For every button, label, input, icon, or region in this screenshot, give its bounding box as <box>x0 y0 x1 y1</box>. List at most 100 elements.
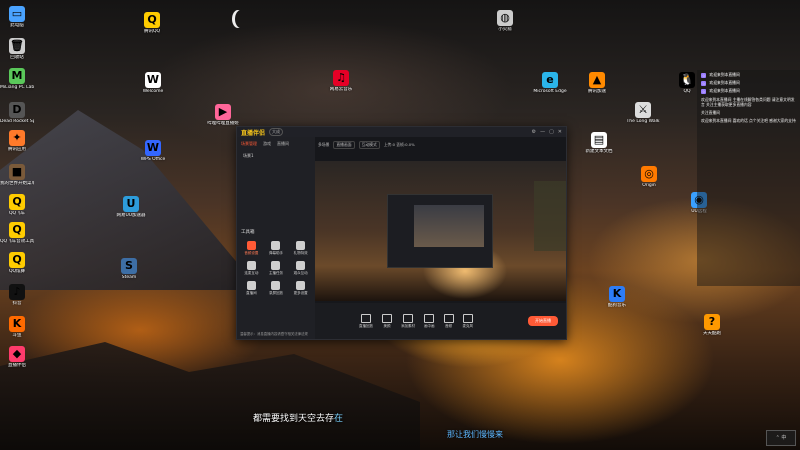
desktop-icon[interactable]: K 斗鱼 <box>0 316 34 339</box>
chip-interact-mode[interactable]: 互动模式 <box>358 141 380 149</box>
tool-icon <box>246 261 256 270</box>
toolbox-item[interactable]: 直播间 <box>239 281 264 296</box>
settings-icon[interactable]: ⚙ <box>532 129 536 135</box>
toolbox-item-label: 音频设置 <box>244 251 259 255</box>
tool-icon <box>246 281 256 290</box>
desktop-icon[interactable]: ▶ 哔哩哔哩直播姬 <box>206 104 240 127</box>
bottom-action-button[interactable]: 添加素材 <box>401 313 415 329</box>
toolbox-item[interactable]: 更多设置 <box>288 281 313 296</box>
app-icon: ◆ <box>9 346 25 362</box>
action-icon <box>382 313 392 323</box>
desktop-icon[interactable]: Q 腾讯QQ <box>135 12 169 35</box>
chip-live-view[interactable]: 直播画面 <box>333 141 355 149</box>
mode-label[interactable]: 多场景 <box>318 142 329 148</box>
desktop-icon[interactable]: M MiLiang PC Lab <box>0 68 34 91</box>
toolbox-item[interactable]: 主播任务 <box>264 261 289 276</box>
desktop-icon-label: 哔哩哔哩直播姬 <box>207 121 239 126</box>
desktop-icon-label: 网易UU加速器 <box>116 213 146 218</box>
subtitle-line-1: 都需要找到天空去存在 <box>253 411 343 424</box>
desktop-icon-label: 小火箭 <box>498 27 512 32</box>
close-icon[interactable]: ✕ <box>558 129 562 135</box>
desktop-icon[interactable]: ▭ 此电脑 <box>0 6 34 29</box>
app-icon: K <box>9 316 25 332</box>
desktop-icon[interactable]: ✦ 腾讯应用 <box>0 130 34 153</box>
tool-icon <box>271 261 281 270</box>
toolbox-item[interactable]: 连麦互动 <box>239 261 264 276</box>
desktop-icon[interactable]: ▤ 新建文本文档 <box>582 132 616 155</box>
app-icon: U <box>123 196 139 212</box>
desktop-icon[interactable]: ◆ 直播伴侣 <box>0 346 34 369</box>
go-live-button[interactable]: 开始直播 <box>528 316 558 326</box>
app-icon: ? <box>704 314 720 330</box>
desktop-icon[interactable]: ▲ 腾讯加速 <box>580 72 614 95</box>
tool-icon <box>296 241 306 250</box>
desktop-icon-label: Steam <box>121 275 137 280</box>
desktop-icon[interactable]: ◎ Origin <box>632 166 666 189</box>
tab-room[interactable]: 直播间 <box>277 141 289 147</box>
scene-item[interactable]: 场景1 <box>237 151 315 161</box>
tool-icon <box>296 281 306 290</box>
desktop-icon[interactable]: S Steam <box>112 258 146 281</box>
bottom-action-button[interactable]: 直播回放 <box>359 313 373 329</box>
toolbox-item-label: 礼物特效 <box>293 251 308 255</box>
minimize-icon[interactable]: — <box>540 129 545 135</box>
desktop-icon[interactable]: ? 天天酷跑 <box>695 314 729 337</box>
toolbox-item[interactable]: 录屏回放 <box>264 281 289 296</box>
bottom-action-label: 麦克风 <box>462 323 474 328</box>
toolbox-item[interactable]: 观众互动 <box>288 261 313 276</box>
desktop-icon-label: 回收站 <box>10 55 24 60</box>
tab-scene[interactable]: 场景管理 <box>241 141 257 147</box>
chat-follow-label: 关注直播间 <box>701 110 720 115</box>
toolbox-item[interactable]: 弹幕助手 <box>264 241 289 256</box>
desktop-icon[interactable]: Q QQ飞车 <box>0 194 34 217</box>
desktop-icon[interactable]: e Microsoft Edge <box>533 72 567 95</box>
chat-badge: ☆ <box>701 80 707 86</box>
app-icon: ▶ <box>215 104 231 120</box>
bottom-action-button[interactable]: 音频 <box>443 313 454 329</box>
desktop-icon[interactable]: DDead Rocket Space <box>0 102 34 125</box>
desktop-icon[interactable]: W Welcome <box>136 72 170 95</box>
toolbox-item[interactable]: 礼物特效 <box>288 241 313 256</box>
desktop-icon-label: 直播伴侣 <box>8 363 26 368</box>
maximize-icon[interactable]: ▢ <box>549 129 554 135</box>
app-icon: ▲ <box>589 72 605 88</box>
desktop-icon[interactable]: ♫ 网易云音乐 <box>324 70 358 93</box>
app-icon: ⚔ <box>635 102 651 118</box>
desktop-icon[interactable]: ⚔ The Long Walk <box>626 102 660 125</box>
stream-preview[interactable] <box>315 161 566 301</box>
live-chat-overlay: ☆ 欢迎来到本直播间 ☆ 欢迎来到本直播间 ☆ 欢迎来到本直播间 欢迎来到本直播间 主播在… <box>697 70 800 286</box>
desktop-icon[interactable]: ◍ 小火箭 <box>488 10 522 33</box>
app-icon: W <box>145 72 161 88</box>
tab-game[interactable]: 游戏 <box>263 141 271 147</box>
desktop-icon[interactable]: Q QQ飞车音效工具 <box>0 222 34 245</box>
action-icon <box>361 313 371 323</box>
tray-area[interactable]: ⌃ 中 <box>766 430 796 446</box>
bottom-action-button[interactable]: 麦克风 <box>462 313 474 329</box>
desktop-icon[interactable]: ♪ 抖音 <box>0 284 34 307</box>
subtitle-main: 都需要找到天空去存 <box>253 414 335 424</box>
desktop-icon[interactable]: 🗑 回收站 <box>0 38 34 61</box>
desktop-icon-label: 斗鱼 <box>12 333 22 338</box>
toolbox-item-label: 观众互动 <box>293 271 308 275</box>
desktop-icon[interactable]: K 酷狗音乐 <box>600 286 634 309</box>
desktop-icon[interactable]: W WPS Office <box>136 140 170 163</box>
bottom-action-button[interactable]: 美颜 <box>382 313 392 329</box>
desktop-icon[interactable]: U 网易UU加速器 <box>114 196 148 219</box>
app-titlebar[interactable]: 直播伴侣 大成 ⚙ — ▢ ✕ <box>237 127 566 137</box>
nested-preview-window <box>387 194 493 268</box>
desktop-icon[interactable]: ■ 我的世界开始菜单 <box>0 164 34 187</box>
desktop-icon[interactable]: Q QQ炫舞 <box>0 252 34 275</box>
desktop-icon-label: MiLiang PC Lab <box>0 85 34 90</box>
app-notice: 温馨提示：消息直播内容请遵守相关法律法规 <box>240 332 308 336</box>
app-version-badge: 大成 <box>269 128 284 136</box>
bottom-action-button[interactable]: 画中画 <box>424 313 435 329</box>
streaming-app-window[interactable]: 直播伴侣 大成 ⚙ — ▢ ✕ 场景管理 游戏 直播间 场景1 工具箱 音频设置… <box>236 126 567 340</box>
app-icon: M <box>9 68 25 84</box>
app-icon: 🐧 <box>679 72 695 88</box>
bottom-action-label: 画中画 <box>424 323 435 328</box>
toolbox-item-label: 连麦互动 <box>244 271 259 275</box>
toolbox-item[interactable]: 音频设置 <box>239 241 264 256</box>
chat-badge: ☆ <box>701 88 707 94</box>
desktop-icon-label: 新建文本文档 <box>585 149 613 154</box>
tool-icon <box>246 241 256 250</box>
